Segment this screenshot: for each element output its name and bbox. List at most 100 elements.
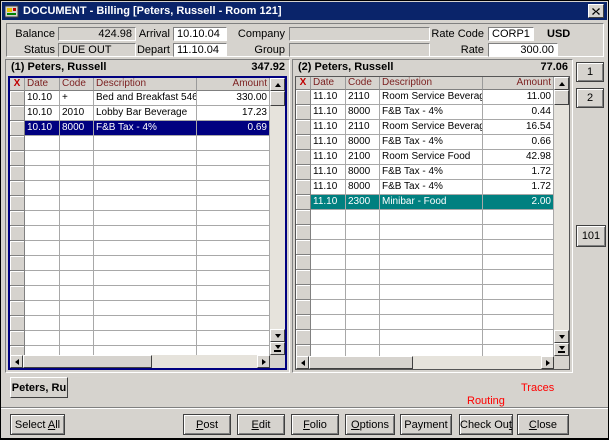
table-row[interactable]: 11.108000F&B Tax - 4%1.72	[296, 165, 554, 180]
table-row[interactable]: 10.102010Lobby Bar Beverage17.23	[10, 106, 270, 121]
cell-empty	[25, 271, 60, 286]
scroll-down-icon[interactable]	[554, 330, 569, 343]
cell-empty	[60, 166, 94, 181]
cell-code: 8000	[346, 180, 380, 195]
cell-description: F&B Tax - 4%	[380, 105, 483, 120]
left-arrow-glyph	[301, 360, 305, 366]
cell-empty	[380, 330, 483, 345]
scroll-right-icon[interactable]	[257, 355, 270, 368]
row-selector[interactable]	[296, 195, 311, 210]
row-selector[interactable]	[10, 106, 25, 121]
vertical-scrollbar[interactable]	[270, 78, 285, 355]
horizontal-scroll-thumb[interactable]	[309, 356, 413, 369]
folio-title-bar: (2) Peters, Russell 77.06	[295, 61, 568, 75]
table-row-empty	[296, 225, 554, 240]
vertical-scrollbar[interactable]	[554, 77, 569, 356]
table-row-empty	[296, 240, 554, 255]
rate-label: Rate	[420, 44, 484, 57]
row-selector[interactable]	[296, 165, 311, 180]
guest-tab[interactable]: Peters, Ru	[10, 377, 68, 398]
cell-empty	[25, 136, 60, 151]
options-button[interactable]: Options	[345, 414, 395, 435]
cell-empty	[483, 270, 554, 285]
end-arrow-bar	[274, 350, 281, 352]
folio-button[interactable]: Folio	[291, 414, 339, 435]
table-row[interactable]: 11.102100Room Service Food42.98	[296, 150, 554, 165]
table-row[interactable]: 11.108000F&B Tax - 4%0.44	[296, 105, 554, 120]
cell-empty	[25, 151, 60, 166]
horizontal-scrollbar[interactable]	[10, 355, 270, 368]
window-button-2[interactable]: 2	[576, 88, 604, 108]
vertical-scroll-track[interactable]	[270, 106, 285, 329]
cell-amount: 0.44	[483, 105, 554, 120]
table-row[interactable]: 10.108000F&B Tax - 4%0.69	[10, 121, 270, 136]
vertical-scroll-thumb[interactable]	[270, 91, 285, 106]
window-button-101[interactable]: 101	[576, 225, 606, 247]
row-selector[interactable]	[10, 91, 25, 106]
app-icon[interactable]	[5, 5, 19, 18]
cell-empty	[346, 240, 380, 255]
close-button[interactable]: Close	[517, 414, 569, 435]
row-selector	[10, 226, 25, 241]
vertical-scroll-track[interactable]	[554, 105, 569, 330]
table-row[interactable]: 11.102300Minibar - Food2.00	[296, 195, 554, 210]
scroll-right-icon[interactable]	[541, 356, 554, 369]
close-icon[interactable]	[588, 4, 604, 18]
horizontal-scroll-thumb[interactable]	[23, 355, 152, 368]
scroll-end-icon[interactable]	[270, 342, 285, 355]
cell-empty	[380, 270, 483, 285]
left-arrow-glyph	[15, 359, 19, 365]
rate-field[interactable]: 300.00	[488, 43, 558, 57]
horizontal-scrollbar[interactable]	[296, 356, 554, 369]
cell-empty	[197, 151, 270, 166]
scroll-down-icon[interactable]	[270, 329, 285, 342]
payment-button[interactable]: Payment	[400, 414, 452, 435]
table-row[interactable]: 11.108000F&B Tax - 4%0.66	[296, 135, 554, 150]
table-row-empty	[296, 285, 554, 300]
window-button-1[interactable]: 1	[576, 62, 604, 82]
table-row-empty	[10, 346, 270, 355]
scroll-up-icon[interactable]	[270, 78, 285, 91]
table-header-row: XDateCodeDescriptionAmount	[296, 77, 554, 90]
horizontal-scroll-track[interactable]	[23, 355, 257, 368]
edit-button[interactable]: Edit	[237, 414, 285, 435]
arrival-label: Arrival	[110, 28, 170, 41]
folio-window-buttons: 1 2 101	[575, 59, 609, 259]
row-selector[interactable]	[296, 135, 311, 150]
scrollbar-corner	[554, 356, 569, 369]
company-field[interactable]	[289, 27, 430, 41]
cell-description: F&B Tax - 4%	[380, 135, 483, 150]
row-selector[interactable]	[296, 180, 311, 195]
row-selector[interactable]	[296, 105, 311, 120]
cell-date: 11.10	[311, 165, 346, 180]
table-row[interactable]: 10.10+Bed and Breakfast 5464330.00	[10, 91, 270, 106]
row-selector[interactable]	[296, 150, 311, 165]
group-field[interactable]	[289, 43, 430, 57]
check-out-button[interactable]: Check Out	[459, 414, 513, 435]
cell-empty	[483, 330, 554, 345]
cell-empty	[197, 241, 270, 256]
cell-empty	[94, 256, 197, 271]
rate-code-label: Rate Code	[420, 28, 484, 41]
scroll-end-icon[interactable]	[554, 343, 569, 356]
table-row[interactable]: 11.108000F&B Tax - 4%1.72	[296, 180, 554, 195]
horizontal-scroll-track[interactable]	[309, 356, 541, 369]
row-selector[interactable]	[10, 121, 25, 136]
row-selector[interactable]	[296, 120, 311, 135]
select-all-button[interactable]: Select All	[10, 414, 65, 435]
table-row[interactable]: 11.102110Room Service Beverage16.54	[296, 120, 554, 135]
table-row[interactable]: 11.102110Room Service Beverage11.00	[296, 90, 554, 105]
cell-date: 11.10	[311, 180, 346, 195]
vertical-scroll-thumb[interactable]	[554, 90, 569, 105]
cell-empty	[311, 255, 346, 270]
folio-guest-name: (2) Peters, Russell	[295, 61, 540, 75]
cell-empty	[346, 285, 380, 300]
rate-code-field[interactable]: CORP1	[488, 27, 534, 41]
scroll-left-icon[interactable]	[10, 355, 23, 368]
cell-empty	[346, 210, 380, 225]
cell-empty	[197, 136, 270, 151]
scroll-left-icon[interactable]	[296, 356, 309, 369]
post-button[interactable]: Post	[183, 414, 231, 435]
row-selector[interactable]	[296, 90, 311, 105]
scroll-up-icon[interactable]	[554, 77, 569, 90]
